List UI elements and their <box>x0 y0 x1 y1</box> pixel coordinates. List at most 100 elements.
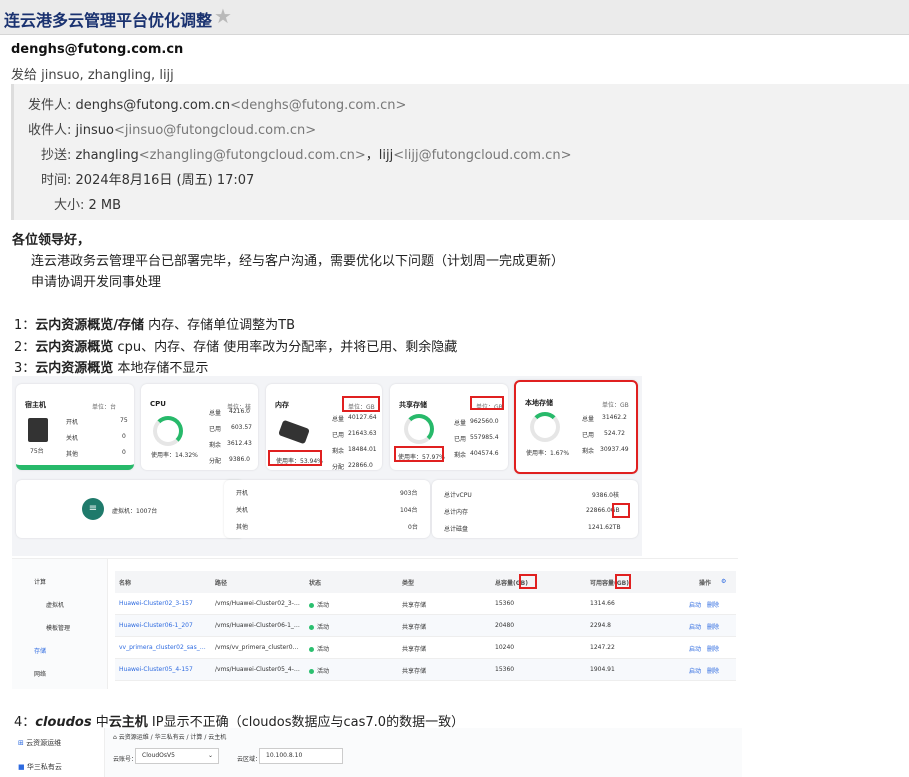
row-start-link[interactable]: 启动 <box>689 600 701 609</box>
vm-other-label: 其他 <box>236 524 249 531</box>
greeting: 各位领导好， <box>12 233 91 248</box>
col-ops: 操作 <box>699 580 712 587</box>
account-label: 云账号： <box>113 756 138 763</box>
cc-label: 抄送: <box>41 148 72 163</box>
row-total: 10240 <box>495 644 515 651</box>
memory-alloc-label: 分配 <box>332 464 345 471</box>
app-name: ⊞ 云资源运维 <box>18 738 61 748</box>
row-name[interactable]: vv_primera_cluster02_sas_… <box>119 644 209 651</box>
row-status: 活动 <box>309 622 329 631</box>
col-status[interactable]: 状态 <box>309 578 321 587</box>
memory-used-label: 已用 <box>332 432 345 439</box>
recipient-address[interactable]: <jinsuo@futongcloud.com.cn> <box>114 123 316 138</box>
col-name[interactable]: 名称 <box>119 578 131 587</box>
memory-rate-highlight <box>268 450 322 466</box>
row-path: /vms/vv_primera_cluster0… <box>215 644 299 651</box>
col-type[interactable]: 类型 <box>402 578 414 587</box>
cpu-used-value: 603.57 <box>231 424 252 431</box>
local-storage-unit: 单位：GB <box>602 402 629 409</box>
star-icon[interactable]: ★ <box>214 4 232 28</box>
row-delete-link[interactable]: 删除 <box>707 622 719 631</box>
cc-address-2[interactable]: <lijj@futongcloud.com.cn> <box>393 148 571 163</box>
row-delete-link[interactable]: 删除 <box>707 644 719 653</box>
body-line-1: 连云港政务云管理平台已部署完毕，经与客户沟通，需要优化以下问题（计划周一完成更新… <box>31 254 565 269</box>
recipient-name[interactable]: jinsuo <box>76 123 114 138</box>
local-storage-title: 本地存储 <box>525 399 553 407</box>
row-delete-link[interactable]: 删除 <box>707 600 719 609</box>
summary-disk-value: 1241.62TB <box>588 524 621 531</box>
table-row: Huawei-Cluster06-1_207 /vms/Huawei-Clust… <box>115 615 736 637</box>
row-total: 20480 <box>495 622 515 629</box>
col-path[interactable]: 路径 <box>215 578 227 587</box>
nav-item-storage[interactable]: 存储 <box>34 646 46 655</box>
summary-cpu-label: 总计vCPU <box>444 492 472 499</box>
item-1-title: 云内资源概览/存储 <box>35 318 145 333</box>
nav-item-template[interactable]: 模板管理 <box>46 623 70 632</box>
vm-other-value: 0台 <box>408 524 418 531</box>
shared-total-label: 总量 <box>454 420 467 427</box>
row-status: 活动 <box>309 600 329 609</box>
shared-total-value: 962560.0 <box>470 418 499 425</box>
item-3-title: 云内资源概览 <box>35 361 114 376</box>
sender-name[interactable]: denghs@futong.com.cn <box>76 98 231 113</box>
row-delete-link[interactable]: 删除 <box>707 666 719 675</box>
row-path: /vms/Huawei-Cluster05_4-… <box>215 666 300 673</box>
row-name[interactable]: Huawei-Cluster02_3-157 <box>119 600 209 607</box>
sender-address[interactable]: <denghs@futong.com.cn> <box>230 98 406 113</box>
vm-list-icon: ≡ <box>82 498 104 520</box>
nav-item-network[interactable]: 网络 <box>34 669 46 678</box>
nav-item-vm[interactable]: 虚拟机 <box>46 600 64 609</box>
cpu-rate: 使用率：14.32% <box>151 452 198 459</box>
cc-separator: ， <box>365 148 379 163</box>
memory-free-value: 18484.01 <box>348 446 377 453</box>
recipients-summary[interactable]: 发给 jinsuo, zhangling, lijj <box>11 64 174 83</box>
app-logo-icon: ⊞ <box>18 739 24 747</box>
account-select-value: CloudOsV5 <box>142 752 175 759</box>
cpu-card-title: CPU <box>150 400 166 408</box>
row-available: 1247.22 <box>590 644 615 651</box>
memory-free-label: 剩余 <box>332 448 345 455</box>
row-type: 共享存储 <box>402 624 427 631</box>
app-name-text: 云资源运维 <box>26 739 62 747</box>
vm-status-card: 开机 903台 关机 104台 其他 0台 <box>224 480 430 538</box>
item-3-number: 3： <box>14 361 36 376</box>
account-select[interactable]: CloudOsV5 ⌄ <box>135 748 219 764</box>
item-2: 2：云内资源概览 cpu、内存、存储 使用率改为分配率，并将已用、剩余隐藏 <box>14 336 457 355</box>
local-free-label: 剩余 <box>582 448 595 455</box>
cc-name-1[interactable]: zhangling <box>76 148 139 163</box>
local-storage-rate: 使用率：1.67% <box>526 450 570 457</box>
shared-used-value: 557985.4 <box>470 434 499 441</box>
breadcrumb: ⌂ 云资源运维 / 华三私有云 / 计算 / 云主机 <box>113 732 226 741</box>
table-row: vv_primera_cluster02_sas_… /vms/vv_prime… <box>115 637 736 659</box>
row-name[interactable]: Huawei-Cluster06-1_207 <box>119 622 209 629</box>
region-select[interactable]: 10.100.8.10 <box>259 748 343 764</box>
cpu-alloc-label: 分配 <box>209 458 222 465</box>
home-icon[interactable]: ⌂ <box>113 734 117 741</box>
settings-icon[interactable]: ⚙ <box>721 578 726 585</box>
row-status-text: 活动 <box>317 646 330 653</box>
chevron-down-icon: ⌄ <box>208 752 214 759</box>
cpu-total-label: 总量 <box>209 410 222 417</box>
body-line-2: 申请协调开发同事处理 <box>31 275 162 290</box>
nav-item-compute[interactable]: 计算 <box>34 577 46 586</box>
memory-total-value: 40127.64 <box>348 414 377 421</box>
item-3-text: 本地存储不显示 <box>113 361 209 376</box>
sender-display[interactable]: denghs@futong.com.cn <box>11 42 183 57</box>
size-label: 大小: <box>54 198 85 213</box>
row-start-link[interactable]: 启动 <box>689 622 701 631</box>
server-icon <box>28 418 48 442</box>
row-name[interactable]: Huawei-Cluster05_4-157 <box>119 666 209 673</box>
row-total: 15360 <box>495 666 515 673</box>
vm-off-label: 关机 <box>236 507 249 514</box>
cloud-icon: ■ <box>18 763 25 771</box>
avail-unit-highlight <box>615 574 631 589</box>
row-start-link[interactable]: 启动 <box>689 644 701 653</box>
row-path: /vms/Huawei-Cluster06-1_… <box>215 622 300 629</box>
cc-address-1[interactable]: <zhangling@futongcloud.com.cn> <box>139 148 366 163</box>
host-other-value: 0 <box>122 449 126 456</box>
sub-nav[interactable]: ■ 华三私有云 <box>18 762 62 772</box>
cc-name-2[interactable]: lijj <box>379 148 393 163</box>
local-total-label: 总量 <box>582 416 595 423</box>
row-start-link[interactable]: 启动 <box>689 666 701 675</box>
cpu-used-label: 已用 <box>209 426 222 433</box>
